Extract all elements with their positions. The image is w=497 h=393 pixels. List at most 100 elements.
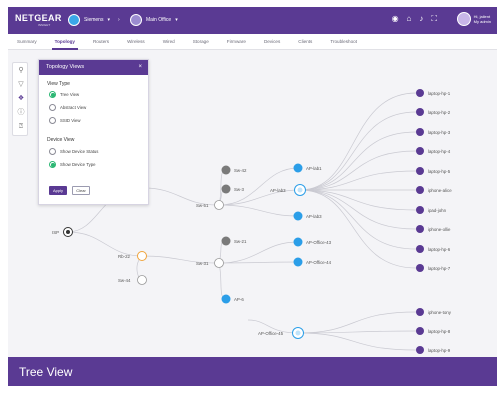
client-label: iphone-ollie: [428, 227, 451, 232]
ap-node-aplab1[interactable]: AP-lab1: [293, 163, 323, 173]
radio[interactable]: [49, 104, 56, 111]
client-node[interactable]: laptop-hp-7: [416, 264, 451, 272]
tab-wired[interactable]: Wired: [154, 34, 184, 50]
clear-button[interactable]: Clear: [72, 186, 90, 195]
sw3-label: Sw-3: [234, 187, 245, 192]
ap-node-apoffice44[interactable]: AP-Office-44: [293, 257, 332, 267]
aplab3-label: AP-lab3: [270, 188, 286, 193]
ap-node-apoffice43[interactable]: AP-Office-43: [293, 237, 332, 247]
view-type-option-abstract[interactable]: Abstract View: [49, 104, 86, 111]
isp-label: ISP: [52, 230, 59, 235]
globe-icon[interactable]: ◉: [392, 14, 399, 24]
client-label: laptop-hp-5: [428, 169, 451, 174]
aplab3b-label: AP-lab3: [306, 214, 322, 219]
tab-troubleshoot[interactable]: Troubleshoot: [321, 34, 366, 50]
panel-title: Topology Views: [46, 64, 85, 70]
view-type-option-ssid[interactable]: SSID View: [49, 117, 80, 124]
client-label: laptop-hp-9: [428, 348, 451, 353]
location-icon: [130, 14, 142, 26]
client-node[interactable]: iphone-alice: [416, 186, 452, 194]
tab-routers[interactable]: Routers: [84, 34, 118, 50]
search-icon[interactable]: ⚲: [16, 66, 26, 76]
tab-topology[interactable]: Topology: [46, 34, 84, 50]
client-label: laptop-hp-7: [428, 266, 451, 271]
filter-icon[interactable]: ▽: [16, 80, 26, 90]
tab-summary[interactable]: Summary: [8, 34, 46, 50]
caption-text: Tree View: [19, 365, 73, 379]
view-type-title: View Type: [47, 81, 70, 87]
close-icon[interactable]: ×: [138, 60, 142, 75]
user-menu[interactable]: Hi, jailent My admin: [456, 12, 491, 26]
sw31-label: Sw-31: [196, 261, 209, 266]
ap-node-aplab3b[interactable]: AP-lab3: [293, 211, 323, 221]
ap-node-ap6[interactable]: AP-6: [221, 294, 245, 304]
logo-subtitle: INSIGHT: [38, 23, 51, 27]
expand-icon[interactable]: ⛶: [431, 14, 437, 24]
app-window: NETGEAR INSIGHT Siemens ▾ › Main Office …: [8, 7, 497, 386]
tab-firmware[interactable]: Firmware: [218, 34, 255, 50]
client-node[interactable]: laptop-hp-9: [416, 346, 451, 354]
device-view-option-type[interactable]: Show Device Type: [49, 161, 96, 168]
radio-selected[interactable]: [49, 91, 56, 98]
topology-view-icon[interactable]: ❖: [16, 94, 26, 104]
device-view-option-status[interactable]: Show Device Status: [49, 148, 98, 155]
switch-node-sw3[interactable]: Sw-3: [221, 184, 245, 194]
client-node[interactable]: laptop-hp-2: [416, 108, 451, 116]
lock-icon[interactable]: ⌂: [407, 14, 412, 24]
client-node[interactable]: laptop-hp-6: [416, 245, 451, 253]
option-label: Abstract View: [60, 105, 87, 110]
device-view-title: Device View: [47, 137, 75, 143]
tab-devices[interactable]: Devices: [255, 34, 289, 50]
sw42-label: Sw-42: [234, 168, 247, 173]
tab-storage[interactable]: Storage: [184, 34, 218, 50]
ap-node-aplab3[interactable]: AP-lab3: [270, 184, 306, 196]
top-icons: ◉ ⌂ ♪ ⛶: [392, 14, 437, 24]
client-label: iphone-tony: [428, 310, 452, 315]
isp-node[interactable]: ISP: [52, 227, 73, 237]
switch-node-sw21[interactable]: Sw-21: [221, 236, 248, 246]
option-label: Tree View: [60, 92, 80, 97]
client-node[interactable]: laptop-hp-3: [416, 128, 451, 136]
chevron-down-icon: ▾: [175, 17, 178, 23]
client-node[interactable]: laptop-hp-4: [416, 147, 451, 155]
client-label: laptop-hp-1: [428, 91, 451, 96]
topology-canvas[interactable]: ISP Rb-22 Sw-44 Sw-51 Sw-31 Sw-42 Sw-3 S…: [8, 50, 497, 386]
org-name: Siemens: [84, 17, 104, 23]
tab-wireless[interactable]: Wireless: [118, 34, 154, 50]
location-name: Main Office: [146, 17, 172, 23]
rb22-label: Rb-22: [118, 254, 131, 259]
client-node[interactable]: iphone-ollie: [416, 225, 451, 233]
view-type-option-tree[interactable]: Tree View: [49, 91, 79, 98]
aplab1-label: AP-lab1: [306, 166, 322, 171]
netgear-logo: NETGEAR: [15, 13, 62, 23]
client-label: laptop-hp-6: [428, 247, 451, 252]
tab-clients[interactable]: Clients: [289, 34, 321, 50]
client-node[interactable]: iphone-tony: [416, 308, 452, 316]
switch-node-sw42[interactable]: Sw-42: [221, 165, 248, 175]
location-selector[interactable]: Main Office ▾: [130, 13, 178, 27]
client-node[interactable]: laptop-hp-5: [416, 167, 451, 175]
apply-button[interactable]: Apply: [49, 186, 67, 195]
avatar: [456, 12, 471, 26]
radio[interactable]: [49, 117, 56, 124]
client-label: iphone-alice: [428, 188, 452, 193]
help-icon[interactable]: ⍰: [16, 122, 26, 132]
apoffice45-label: AP-Office-45: [258, 331, 284, 336]
client-label: laptop-hp-3: [428, 130, 451, 135]
client-node[interactable]: laptop-hp-8: [416, 327, 451, 335]
radio[interactable]: [49, 148, 56, 155]
caption-bar: Tree View: [8, 357, 497, 386]
info-icon[interactable]: ⓘ: [16, 108, 26, 118]
radio-selected[interactable]: [49, 161, 56, 168]
ap-node-apoffice45[interactable]: AP-Office-45: [258, 327, 304, 339]
sw44-label: Sw-44: [118, 278, 131, 283]
tool-strip: ⚲ ▽ ❖ ⓘ ⍰: [12, 62, 28, 136]
client-label: laptop-hp-8: [428, 329, 451, 334]
topology-views-panel: Topology Views × View Type Tree View Abs…: [38, 59, 149, 205]
client-node[interactable]: ipad-john: [416, 206, 447, 214]
client-node[interactable]: laptop-hp-1: [416, 89, 451, 97]
panel-header: Topology Views ×: [39, 60, 148, 75]
org-selector[interactable]: Siemens ▾: [68, 13, 110, 27]
bell-icon[interactable]: ♪: [419, 14, 423, 24]
switch-node-sw44[interactable]: Sw-44: [118, 275, 147, 285]
